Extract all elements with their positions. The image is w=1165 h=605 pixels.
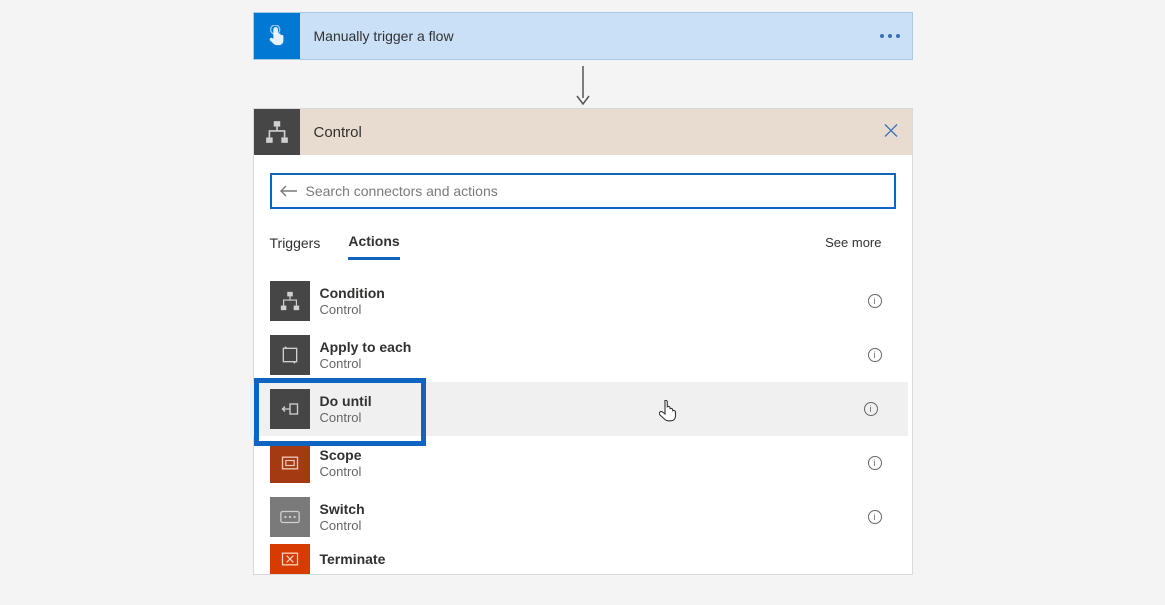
switch-glyph-icon: [279, 509, 301, 525]
flow-canvas: Manually trigger a flow Control: [0, 0, 1165, 575]
see-more-link[interactable]: See more: [825, 235, 881, 250]
info-icon[interactable]: i: [868, 456, 882, 470]
action-switch[interactable]: Switch Control i: [254, 490, 912, 544]
actions-list: Condition Control i Apply to each Contro…: [254, 260, 912, 574]
dot-icon: [888, 34, 892, 38]
scope-icon: [270, 443, 310, 483]
info-icon[interactable]: i: [868, 510, 882, 524]
do-until-icon: [270, 389, 310, 429]
search-back-button[interactable]: [280, 185, 298, 197]
action-name: Scope: [320, 447, 362, 464]
highlight-frame: Do until Control i: [250, 382, 908, 436]
action-apply-to-each[interactable]: Apply to each Control i: [254, 328, 912, 382]
switch-icon: [270, 497, 310, 537]
tab-triggers[interactable]: Triggers: [270, 227, 321, 259]
action-do-until[interactable]: Do until Control i: [250, 382, 908, 436]
ellipsis-menu-button[interactable]: [880, 34, 900, 38]
arrow-left-icon: [280, 185, 298, 197]
trigger-card[interactable]: Manually trigger a flow: [253, 12, 913, 60]
close-button[interactable]: [884, 124, 898, 141]
close-icon: [884, 124, 898, 138]
search-input[interactable]: [306, 175, 894, 207]
action-subtitle: Control: [320, 518, 365, 534]
condition-icon: [270, 281, 310, 321]
action-name: Terminate: [320, 551, 386, 568]
connector-title: Control: [300, 124, 362, 141]
manual-trigger-icon: [254, 13, 300, 59]
search-row: [254, 155, 912, 219]
action-subtitle: Control: [320, 410, 372, 426]
info-icon[interactable]: i: [868, 348, 882, 362]
action-name: Apply to each: [320, 339, 412, 356]
stop-icon: [280, 549, 300, 569]
terminate-icon: [270, 544, 310, 574]
until-icon: [280, 399, 300, 419]
branch-icon: [279, 290, 301, 312]
action-subtitle: Control: [320, 302, 385, 318]
action-subtitle: Control: [320, 356, 412, 372]
info-icon[interactable]: i: [868, 294, 882, 308]
branch-icon: [264, 119, 290, 145]
hand-tap-icon: [266, 25, 288, 47]
trigger-title: Manually trigger a flow: [300, 28, 454, 44]
dot-icon: [896, 34, 900, 38]
arrow-down-icon: [573, 66, 593, 106]
action-name: Do until: [320, 393, 372, 410]
dot-icon: [880, 34, 884, 38]
action-name: Switch: [320, 501, 365, 518]
tabs: Triggers Actions See more: [254, 219, 912, 260]
action-condition[interactable]: Condition Control i: [254, 274, 912, 328]
control-icon: [254, 109, 300, 155]
action-scope[interactable]: Scope Control i: [254, 436, 912, 490]
tab-actions[interactable]: Actions: [348, 225, 399, 260]
loop-icon: [280, 345, 300, 365]
action-subtitle: Control: [320, 464, 362, 480]
action-name: Condition: [320, 285, 385, 302]
frame-icon: [280, 453, 300, 473]
action-picker: Control Triggers Actions See more: [253, 108, 913, 575]
connector-arrow: [573, 66, 593, 106]
apply-to-each-icon: [270, 335, 310, 375]
search-box[interactable]: [270, 173, 896, 209]
info-icon[interactable]: i: [864, 402, 878, 416]
connector-header: Control: [254, 109, 912, 155]
action-terminate[interactable]: Terminate: [254, 544, 912, 574]
